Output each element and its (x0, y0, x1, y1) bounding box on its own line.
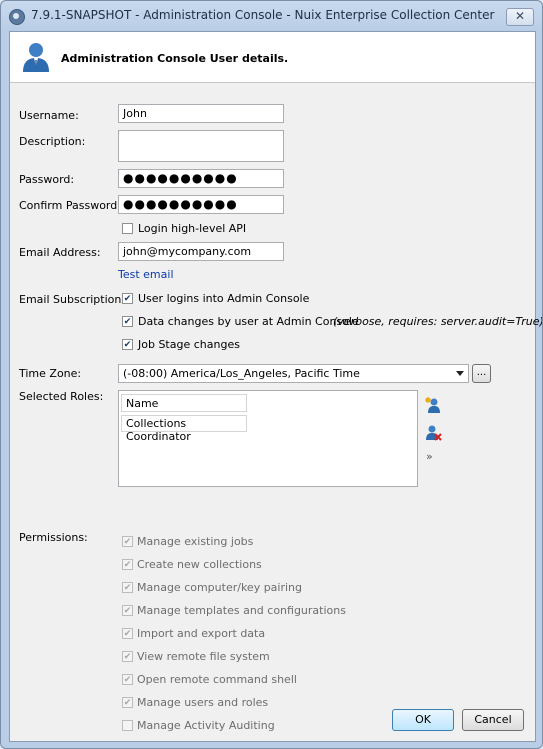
timezone-select[interactable]: (-08:00) America/Los_Angeles, Pacific Ti… (118, 364, 469, 383)
timezone-value: (-08:00) America/Los_Angeles, Pacific Ti… (123, 367, 360, 380)
test-email-link[interactable]: Test email (118, 268, 174, 281)
dialog-header: Administration Console User details. (10, 32, 535, 83)
permission-label-activity-auditing: Manage Activity Auditing (137, 719, 275, 732)
roles-table[interactable]: Name Collections Coordinator (118, 390, 418, 487)
subscription-checkbox-logins[interactable] (122, 293, 133, 304)
permission-label-key-pairing: Manage computer/key pairing (137, 581, 303, 594)
subscription-note-data-changes: (verbose, requires: server.audit=True) (333, 315, 543, 328)
roles-column-header[interactable]: Name (121, 394, 247, 412)
description-label: Description: (19, 135, 86, 148)
permission-label-templates: Manage templates and configurations (137, 604, 346, 617)
permission-checkbox-remote-fs (122, 651, 133, 662)
subscriptions-label: Email Subscriptions: (19, 293, 131, 306)
close-button[interactable]: ✕ (506, 8, 534, 26)
email-label: Email Address: (19, 246, 101, 259)
permission-checkbox-manage-jobs (122, 536, 133, 547)
dialog-client: Administration Console User details. Use… (9, 31, 542, 742)
subscription-checkbox-data-changes[interactable] (122, 316, 133, 327)
password-field[interactable]: ●●●●●●●●●● (118, 169, 284, 188)
permissions-label: Permissions: (19, 531, 88, 544)
password-label: Password: (19, 173, 75, 186)
email-field[interactable]: john@mycompany.com (118, 242, 284, 261)
title-bar[interactable]: 7.9.1-SNAPSHOT - Administration Console … (1, 1, 542, 31)
description-field[interactable] (118, 130, 284, 162)
permission-checkbox-remote-shell (122, 674, 133, 685)
cancel-button[interactable]: Cancel (462, 709, 524, 731)
permission-label-create-collections: Create new collections (137, 558, 262, 571)
permission-label-manage-jobs: Manage existing jobs (137, 535, 254, 548)
permission-checkbox-users-roles (122, 697, 133, 708)
dropdown-arrow-icon (456, 371, 464, 376)
ok-button[interactable]: OK (392, 709, 454, 731)
permission-checkbox-key-pairing (122, 582, 133, 593)
confirm-password-field[interactable]: ●●●●●●●●●● (118, 195, 284, 214)
permission-checkbox-activity-auditing (122, 720, 133, 731)
timezone-label: Time Zone: (19, 367, 82, 380)
dialog-window: 7.9.1-SNAPSHOT - Administration Console … (0, 0, 543, 749)
subscription-label-logins: User logins into Admin Console (138, 292, 310, 305)
app-icon (9, 9, 25, 25)
header-title: Administration Console User details. (61, 52, 289, 65)
subscription-label-job-stage: Job Stage changes (138, 338, 240, 351)
permission-checkbox-import-export (122, 628, 133, 639)
permission-label-remote-shell: Open remote command shell (137, 673, 297, 686)
timezone-more-button[interactable]: ... (472, 364, 491, 383)
table-row[interactable]: Collections Coordinator (121, 415, 247, 443)
dialog-body: Username: John Description: Password: ●●… (10, 83, 542, 741)
permission-checkbox-create-collections (122, 559, 133, 570)
user-icon (23, 43, 49, 72)
confirm-password-label: Confirm Password: (19, 199, 121, 212)
window-title: 7.9.1-SNAPSHOT - Administration Console … (31, 8, 495, 22)
remove-role-icon[interactable] (424, 423, 442, 441)
username-field[interactable]: John (118, 104, 284, 123)
permission-checkbox-templates (122, 605, 133, 616)
subscription-label-data-changes: Data changes by user at Admin Console (138, 315, 359, 328)
permission-label-import-export: Import and export data (137, 627, 266, 640)
add-role-icon[interactable] (424, 396, 442, 414)
permission-label-remote-fs: View remote file system (137, 650, 270, 663)
login-api-label: Login high-level API (138, 222, 247, 235)
roles-label: Selected Roles: (19, 390, 104, 403)
username-label: Username: (19, 109, 79, 122)
permission-label-users-roles: Manage users and roles (137, 696, 269, 709)
subscription-checkbox-job-stage[interactable] (122, 339, 133, 350)
expand-roles-icon[interactable]: » (426, 450, 433, 463)
login-api-checkbox[interactable] (122, 223, 133, 234)
